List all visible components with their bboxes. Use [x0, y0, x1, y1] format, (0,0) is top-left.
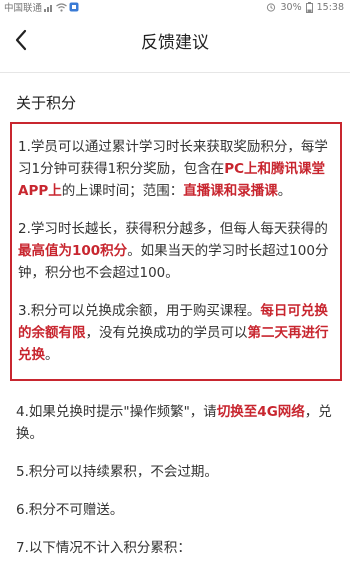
- list-item: 4.如果兑换时提示"操作频繁"，请切换至4G网络，兑换。: [16, 401, 336, 445]
- item-text: 4.如果兑换时提示"操作频繁"，请: [16, 404, 217, 420]
- page-title: 反馈建议: [141, 33, 209, 53]
- wifi-icon: [56, 2, 67, 12]
- nav-bar: 反馈建议: [0, 14, 350, 72]
- status-bar: 中国联通 30% 15:38: [0, 0, 350, 14]
- notification-icon: [69, 2, 79, 12]
- list-item: 5.积分可以持续累积，不会过期。: [16, 461, 336, 483]
- status-time: 15:38: [316, 1, 344, 13]
- item-highlight: 直播课和录播课: [183, 183, 278, 199]
- item-text: ，没有兑换成功的学员可以: [85, 325, 248, 341]
- item-text: 5.积分可以持续累积，不会过期。: [16, 464, 218, 480]
- item-text: 。: [45, 347, 59, 363]
- signal-icon: [44, 3, 54, 12]
- list-item: 3.积分可以兑换成余额，用于购买课程。每日可兑换的余额有限，没有兑换成功的学员可…: [18, 300, 334, 366]
- item-text: 6.积分不可赠送。: [16, 502, 124, 518]
- list-item: 1.学员可以通过累计学习时长来获取奖励积分，每学习1分钟可获得1积分奖励，包含在…: [18, 136, 334, 202]
- item-text: 3.积分可以兑换成余额，用于购买课程。: [18, 303, 261, 319]
- list-item: 7.以下情况不计入积分累积：: [16, 537, 336, 559]
- carrier-label: 中国联通: [4, 3, 43, 14]
- item-text: 的上课时间；范围：: [61, 183, 184, 199]
- list-item: 6.积分不可赠送。: [16, 499, 336, 521]
- item-text: 2.学习时长越长，获得积分越多，但每人每天获得的: [18, 221, 328, 237]
- alarm-icon: [266, 2, 276, 12]
- highlight-box: 1.学员可以通过累计学习时长来获取奖励积分，每学习1分钟可获得1积分奖励，包含在…: [10, 122, 342, 381]
- plain-list: 4.如果兑换时提示"操作频繁"，请切换至4G网络，兑换。 5.积分可以持续累积，…: [10, 401, 342, 559]
- item-text: 7.以下情况不计入积分累积：: [16, 540, 191, 556]
- header-divider: [0, 72, 350, 73]
- battery-icon: [305, 1, 313, 13]
- section-title: 关于积分: [16, 94, 77, 112]
- list-item: 2.学习时长越长，获得积分越多，但每人每天获得的最高值为100积分。如果当天的学…: [18, 218, 334, 284]
- item-highlight: 切换至4G网络: [216, 404, 305, 420]
- item-highlight: 最高值为100积分: [18, 243, 128, 259]
- content: 1.学员可以通过累计学习时长来获取奖励积分，每学习1分钟可获得1积分奖励，包含在…: [10, 122, 342, 575]
- battery-percent: 30%: [280, 1, 302, 13]
- item-text: 。: [277, 183, 292, 199]
